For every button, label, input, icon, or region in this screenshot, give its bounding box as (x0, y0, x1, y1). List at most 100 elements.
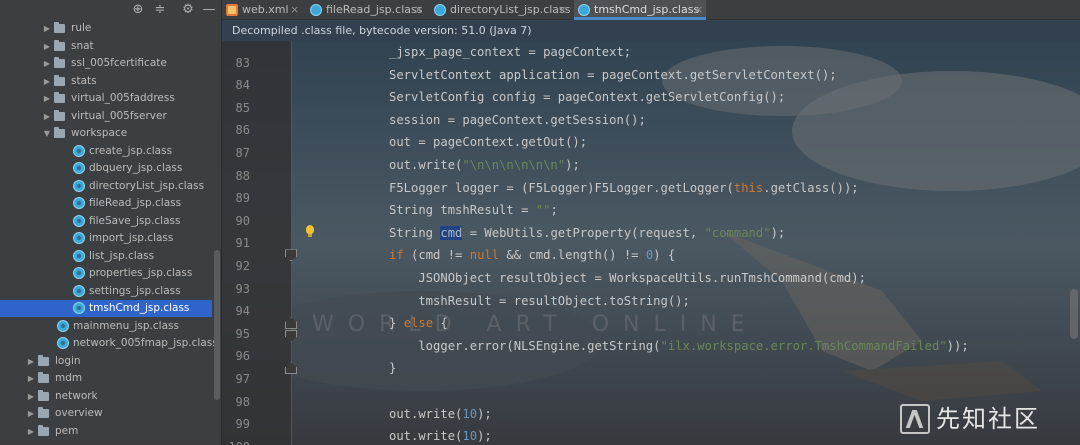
chevron-right-icon[interactable]: ▶ (42, 55, 52, 72)
tree-class-item[interactable]: directoryList_jsp.class (0, 178, 212, 195)
editor-tab[interactable]: fileRead_jsp.class × (306, 0, 426, 20)
tree-folder-item[interactable]: ▶ virtual_005fserver (0, 108, 212, 125)
chevron-right-icon[interactable]: ▶ (42, 20, 52, 37)
close-icon[interactable]: × (290, 0, 299, 20)
chevron-right-icon[interactable]: ▶ (26, 353, 36, 370)
editor-tab[interactable]: tmshCmd_jsp.class × (574, 0, 706, 20)
tree-item-label: directoryList_jsp.class (89, 179, 205, 192)
tree-item-label: snat (71, 39, 94, 52)
code-line: tmshResult = resultObject.toString(); (389, 290, 690, 313)
close-icon[interactable]: × (558, 0, 567, 20)
editor-tab[interactable]: directoryList_jsp.class × (430, 0, 571, 20)
chevron-right-icon[interactable]: ▶ (26, 388, 36, 405)
line-number: 92 (235, 259, 250, 273)
tree-class-item[interactable]: fileRead_jsp.class (0, 195, 212, 212)
tree-item-label: mainmenu_jsp.class (73, 319, 179, 332)
minimize-icon[interactable]: — (201, 2, 217, 18)
watermark-text: 先知社区 (936, 405, 1040, 433)
tree-folder-item[interactable]: ▶ overview (0, 405, 212, 422)
chevron-right-icon[interactable]: ▶ (42, 73, 52, 90)
editor-scrollbar[interactable] (1070, 289, 1078, 339)
tree-class-item[interactable]: settings_jsp.class (0, 283, 212, 300)
code-token: String tmshResult = (389, 203, 536, 218)
chevron-right-icon[interactable]: ▶ (26, 405, 36, 422)
tree-item-label: rule (71, 22, 92, 34)
tree-class-item[interactable]: import_jsp.class (0, 230, 212, 247)
editor-tab[interactable]: web.xml × (222, 0, 302, 20)
code-line: out.write("\n\n\n\n\n\n"); (389, 154, 580, 177)
code-token: (cmd != (403, 248, 470, 263)
chevron-right-icon[interactable]: ▶ (26, 370, 36, 387)
class-file-icon (73, 214, 85, 227)
xml-file-icon (226, 4, 238, 16)
gear-icon[interactable]: ⚙ (180, 2, 196, 18)
code-token: "command" (704, 225, 771, 240)
code-line: _jspx_page_context = pageContext; (389, 41, 631, 64)
code-line: } (389, 357, 396, 380)
line-number (222, 41, 250, 52)
code-token: 10 (462, 429, 478, 444)
code-line: ServletConfig config = pageContext.getSe… (389, 86, 785, 109)
globe-icon[interactable]: ⊕ (130, 2, 146, 18)
chevron-down-icon[interactable]: ▼ (42, 125, 52, 142)
tree-folder-item[interactable]: ▶ stats (0, 73, 212, 90)
tree-class-item[interactable]: properties_jsp.class (0, 265, 212, 282)
tree-folder-item[interactable]: ▶ mdm (0, 370, 212, 387)
class-file-icon (73, 302, 85, 314)
code-token: out = pageContext.getOut(); (389, 135, 588, 150)
tree-folder-item[interactable]: ▶ login (0, 353, 212, 370)
tree-class-item[interactable]: list_jsp.class (0, 248, 212, 265)
code-token: session = pageContext.getSession(); (389, 112, 646, 127)
xianzhi-logo-icon (900, 404, 930, 434)
chevron-right-icon[interactable]: ▶ (26, 423, 36, 440)
close-icon[interactable]: × (694, 0, 703, 20)
tree-class-item[interactable]: create_jsp.class (0, 143, 212, 160)
tree-class-item[interactable]: tmshCmd_jsp.class (0, 300, 212, 317)
background-art-caption: WORLD ART ONLINE (312, 312, 759, 337)
line-number: 93 (235, 281, 250, 296)
project-tree-panel: ⊕ ≑ ⚙ — ▶ rule ▶ snat ▶ ssl_005fcertificate ▶ s… (0, 0, 222, 445)
tree-item-label: login (55, 354, 81, 367)
tree-folder-item[interactable]: ▶ virtual_005faddress (0, 90, 212, 107)
folder-icon (54, 127, 65, 138)
line-number: 95 (235, 326, 250, 341)
code-token: } (389, 316, 404, 331)
chevron-right-icon[interactable]: ▶ (42, 108, 52, 125)
tree-item-label: ssl_005fcertificate (71, 57, 167, 69)
code-editor[interactable]: WORLD ART ONLINE 83 84 85 86 87 88 89 90 91 92 93 9… (222, 41, 1080, 445)
code-token: _jspx_page_context = pageContext; (389, 45, 632, 59)
chevron-right-icon[interactable]: ▶ (42, 90, 52, 107)
folder-icon (38, 424, 49, 436)
lightbulb-icon[interactable] (304, 224, 316, 239)
tree-class-item[interactable]: mainmenu_jsp.class (0, 318, 212, 335)
tree-class-item[interactable]: dbquery_jsp.class (0, 160, 212, 177)
tree-scrollbar[interactable] (214, 250, 220, 400)
close-icon[interactable]: × (414, 0, 423, 20)
tree-folder-item[interactable]: ▶ rule (0, 20, 212, 37)
folder-icon (38, 407, 49, 418)
line-number: 85 (235, 100, 250, 115)
line-number: 99 (235, 417, 250, 432)
code-token: "ilx.workspace.error.TmshCommandFailed" (660, 338, 947, 353)
tree-folder-item[interactable]: ▶ pem (0, 423, 212, 440)
editor-tab-bar: web.xml × fileRead_jsp.class × directoryList… (222, 0, 1080, 20)
line-number: 100 (222, 436, 250, 445)
collapse-icon[interactable]: ≑ (152, 2, 168, 18)
line-number: 91 (235, 236, 250, 251)
tree-item-label: settings_jsp.class (89, 284, 181, 297)
line-number: 96 (235, 349, 250, 364)
code-token: "" (535, 203, 551, 218)
decompiled-banner: Decompiled .class file, bytecode version… (222, 20, 1080, 41)
tree-folder-item[interactable]: ▼ workspace (0, 125, 212, 142)
watermark: 先知社区 (900, 402, 1070, 438)
tree-folder-item[interactable]: ▶ network (0, 388, 212, 405)
code-line: String tmshResult = ""; (389, 199, 558, 222)
chevron-right-icon[interactable]: ▶ (42, 38, 52, 55)
tree-folder-item[interactable]: ▶ snat (0, 38, 212, 55)
tree-class-item[interactable]: network_005fmap_jsp.class (0, 335, 218, 352)
tree-class-item[interactable]: fileSave_jsp.class (0, 213, 212, 230)
folder-icon (54, 22, 65, 33)
tree-folder-item[interactable]: ▶ ssl_005fcertificate (0, 55, 212, 72)
tree-item-label: list_jsp.class (89, 249, 155, 262)
folder-icon (54, 92, 65, 103)
